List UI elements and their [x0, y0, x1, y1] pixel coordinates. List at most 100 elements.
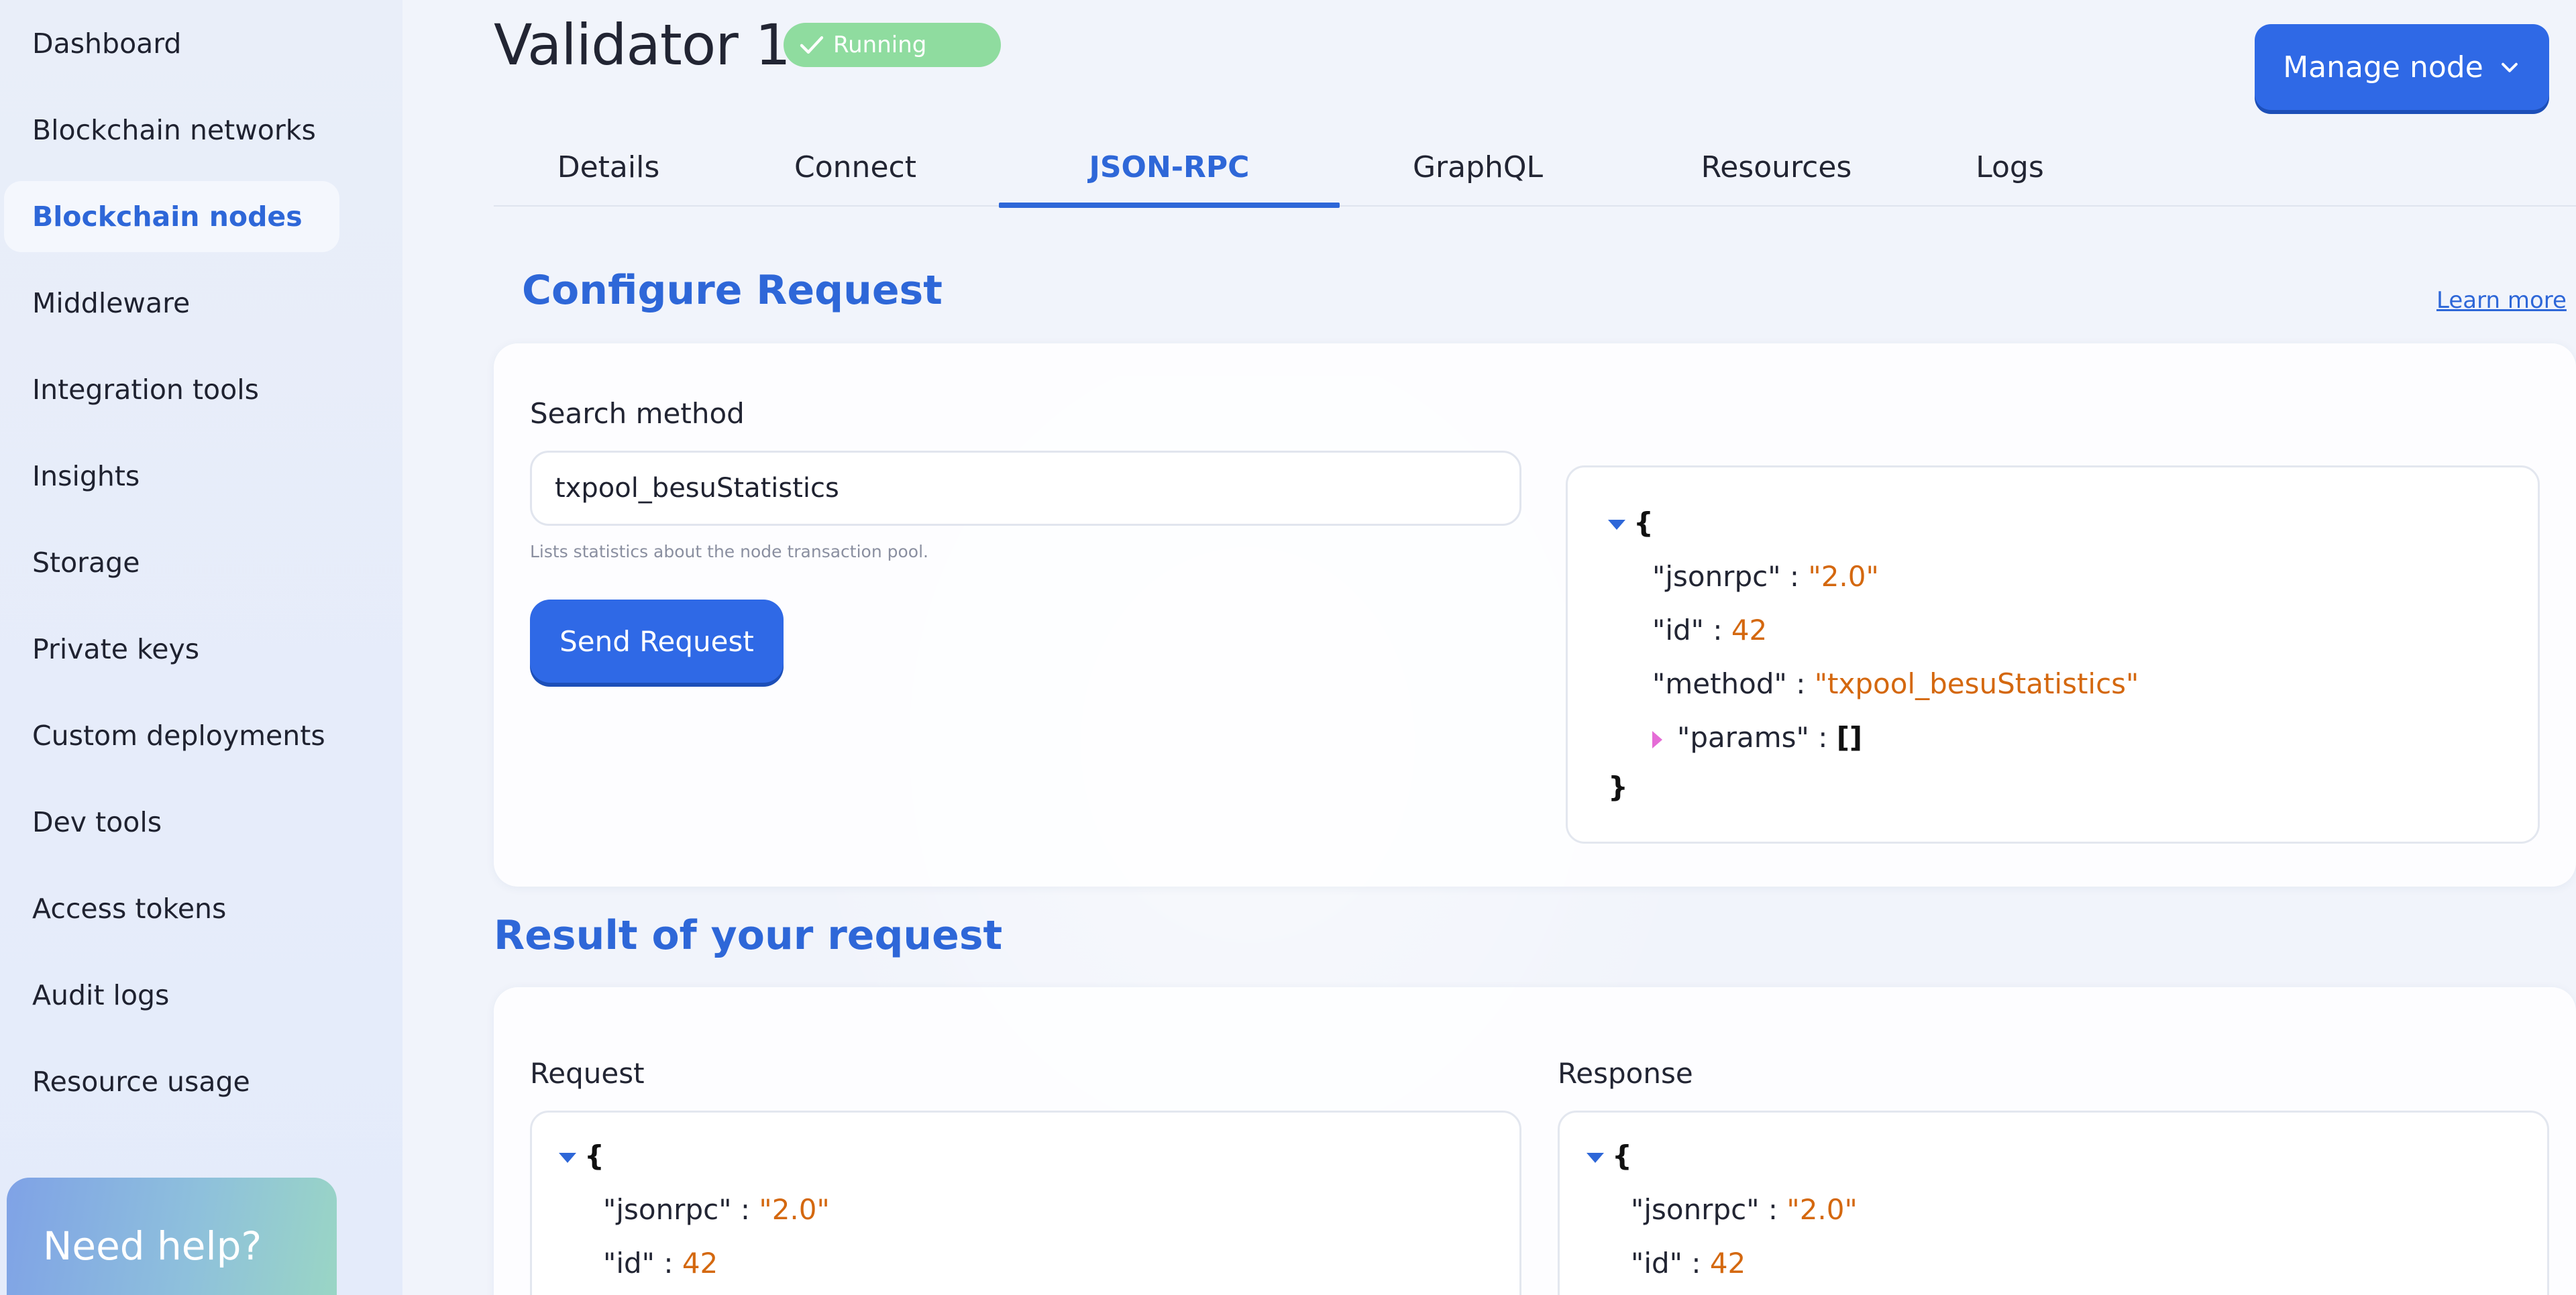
sidebar-item-label: Audit logs: [32, 979, 170, 1011]
json-sep: :: [1786, 667, 1815, 700]
manage-node-button[interactable]: Manage node: [2255, 24, 2549, 110]
json-line: "id" : 42: [1652, 614, 1767, 646]
sidebar-item-private-keys[interactable]: Private keys: [4, 614, 339, 685]
tab-graphql[interactable]: GraphQL: [1377, 127, 1578, 207]
collapse-triangle-icon[interactable]: [1587, 1153, 1604, 1163]
chevron-down-icon: [2501, 62, 2518, 72]
sidebar-item-label: Insights: [32, 460, 140, 492]
sidebar-item-custom-deployments[interactable]: Custom deployments: [4, 700, 339, 771]
expand-triangle-icon[interactable]: [1652, 730, 1662, 748]
json-key: "id": [1631, 1247, 1682, 1280]
json-sep: :: [1809, 721, 1837, 754]
json-sep: :: [654, 1247, 682, 1280]
json-sep: :: [1682, 1247, 1710, 1280]
collapse-triangle-icon[interactable]: [1608, 520, 1625, 530]
json-value: 42: [1709, 1247, 1746, 1280]
sidebar-item-middleware[interactable]: Middleware: [4, 268, 339, 339]
send-request-button[interactable]: Send Request: [530, 600, 784, 683]
tab-details[interactable]: Details: [521, 127, 696, 207]
sidebar-item-label: Blockchain networks: [32, 114, 316, 146]
json-value: 42: [682, 1247, 718, 1280]
search-method-input[interactable]: [530, 451, 1521, 526]
sidebar-item-storage[interactable]: Storage: [4, 527, 339, 598]
json-line: "id" : 42: [603, 1247, 718, 1280]
json-open-brace: {: [584, 1139, 604, 1172]
tab-label: Logs: [1976, 150, 2044, 184]
json-key: "method": [1652, 667, 1787, 700]
sidebar-item-label: Middleware: [32, 287, 191, 319]
page-title: Validator 1: [494, 12, 791, 78]
result-title: Result of your request: [494, 912, 1003, 959]
tab-logs[interactable]: Logs: [1929, 127, 2090, 207]
tab-label: Details: [557, 150, 660, 184]
request-label: Request: [530, 1057, 645, 1090]
sidebar-item-access-tokens[interactable]: Access tokens: [4, 873, 339, 944]
json-line: "method" : "txpool_besuStatistics": [1652, 667, 2139, 700]
json-value: "2.0": [1786, 1193, 1858, 1226]
tab-connect[interactable]: Connect: [767, 127, 943, 207]
json-key: "jsonrpc": [1652, 560, 1781, 593]
search-method-label: Search method: [530, 397, 745, 430]
json-value: "2.0": [1808, 560, 1879, 593]
json-line: "id" : 42: [1631, 1247, 1746, 1280]
response-json: { "jsonrpc" : "2.0" "id" : 42: [1558, 1111, 2549, 1295]
json-open-line: {: [559, 1139, 604, 1172]
need-help-label: Need help?: [43, 1223, 262, 1269]
sidebar-item-label: Resource usage: [32, 1066, 250, 1098]
tab-label: GraphQL: [1412, 150, 1544, 184]
sidebar-item-label: Dev tools: [32, 806, 162, 838]
configure-request-title: Configure Request: [522, 267, 943, 314]
json-key: "id": [603, 1247, 655, 1280]
manage-node-label: Manage node: [2283, 50, 2483, 85]
request-json: { "jsonrpc" : "2.0" "id" : 42: [530, 1111, 1521, 1295]
sidebar-item-blockchain-nodes[interactable]: Blockchain nodes: [4, 181, 339, 252]
tab-label: Connect: [794, 150, 916, 184]
json-sep: :: [1703, 614, 1731, 646]
tab-bar: Details Connect JSON-RPC GraphQL Resourc…: [494, 127, 2576, 208]
sidebar-item-label: Storage: [32, 547, 140, 579]
sidebar-item-label: Integration tools: [32, 374, 259, 406]
sidebar-item-dev-tools[interactable]: Dev tools: [4, 787, 339, 858]
json-sep: :: [731, 1193, 759, 1226]
request-preview-json: { "jsonrpc" : "2.0" "id" : 42 "method" :…: [1566, 465, 2540, 844]
sidebar-item-label: Blockchain nodes: [32, 201, 303, 233]
sidebar-item-resource-usage[interactable]: Resource usage: [4, 1046, 339, 1117]
collapse-triangle-icon[interactable]: [559, 1153, 576, 1163]
sidebar-item-label: Dashboard: [32, 27, 182, 60]
active-tab-indicator: [999, 203, 1340, 208]
sidebar-item-label: Access tokens: [32, 893, 227, 925]
tab-label: Resources: [1701, 150, 1852, 184]
json-key: "jsonrpc": [1631, 1193, 1760, 1226]
json-open-line: {: [1587, 1139, 1632, 1172]
json-close-brace: }: [1608, 771, 1628, 803]
json-key: "id": [1652, 614, 1704, 646]
tab-label: JSON-RPC: [1089, 150, 1250, 184]
json-sep: :: [1759, 1193, 1787, 1226]
json-value: []: [1836, 721, 1863, 754]
json-value: 42: [1731, 614, 1768, 646]
json-key: "jsonrpc": [603, 1193, 732, 1226]
tab-resources[interactable]: Resources: [1669, 127, 1884, 207]
json-sep: :: [1780, 560, 1809, 593]
sidebar: Dashboard Blockchain networks Blockchain…: [0, 0, 402, 1295]
json-open-line: {: [1608, 506, 1654, 539]
sidebar-item-integration-tools[interactable]: Integration tools: [4, 354, 339, 425]
sidebar-item-audit-logs[interactable]: Audit logs: [4, 960, 339, 1031]
sidebar-item-blockchain-networks[interactable]: Blockchain networks: [4, 95, 339, 166]
need-help-card[interactable]: Need help?: [7, 1178, 337, 1295]
sidebar-item-label: Custom deployments: [32, 720, 325, 752]
sidebar-item-insights[interactable]: Insights: [4, 441, 339, 512]
sidebar-item-dashboard[interactable]: Dashboard: [4, 8, 339, 79]
learn-more-link[interactable]: Learn more: [2436, 287, 2567, 314]
json-open-brace: {: [1633, 506, 1654, 539]
method-description: Lists statistics about the node transact…: [530, 542, 928, 561]
json-params-line: "params" : []: [1652, 721, 1862, 754]
json-key: "params": [1677, 721, 1809, 754]
check-icon: [800, 36, 824, 54]
json-line: "jsonrpc" : "2.0": [1652, 560, 1879, 593]
json-open-brace: {: [1612, 1139, 1632, 1172]
status-text: Running: [833, 32, 927, 58]
tab-json-rpc[interactable]: JSON-RPC: [999, 127, 1340, 208]
sidebar-item-label: Private keys: [32, 633, 200, 665]
json-value: "txpool_besuStatistics": [1814, 667, 2139, 700]
